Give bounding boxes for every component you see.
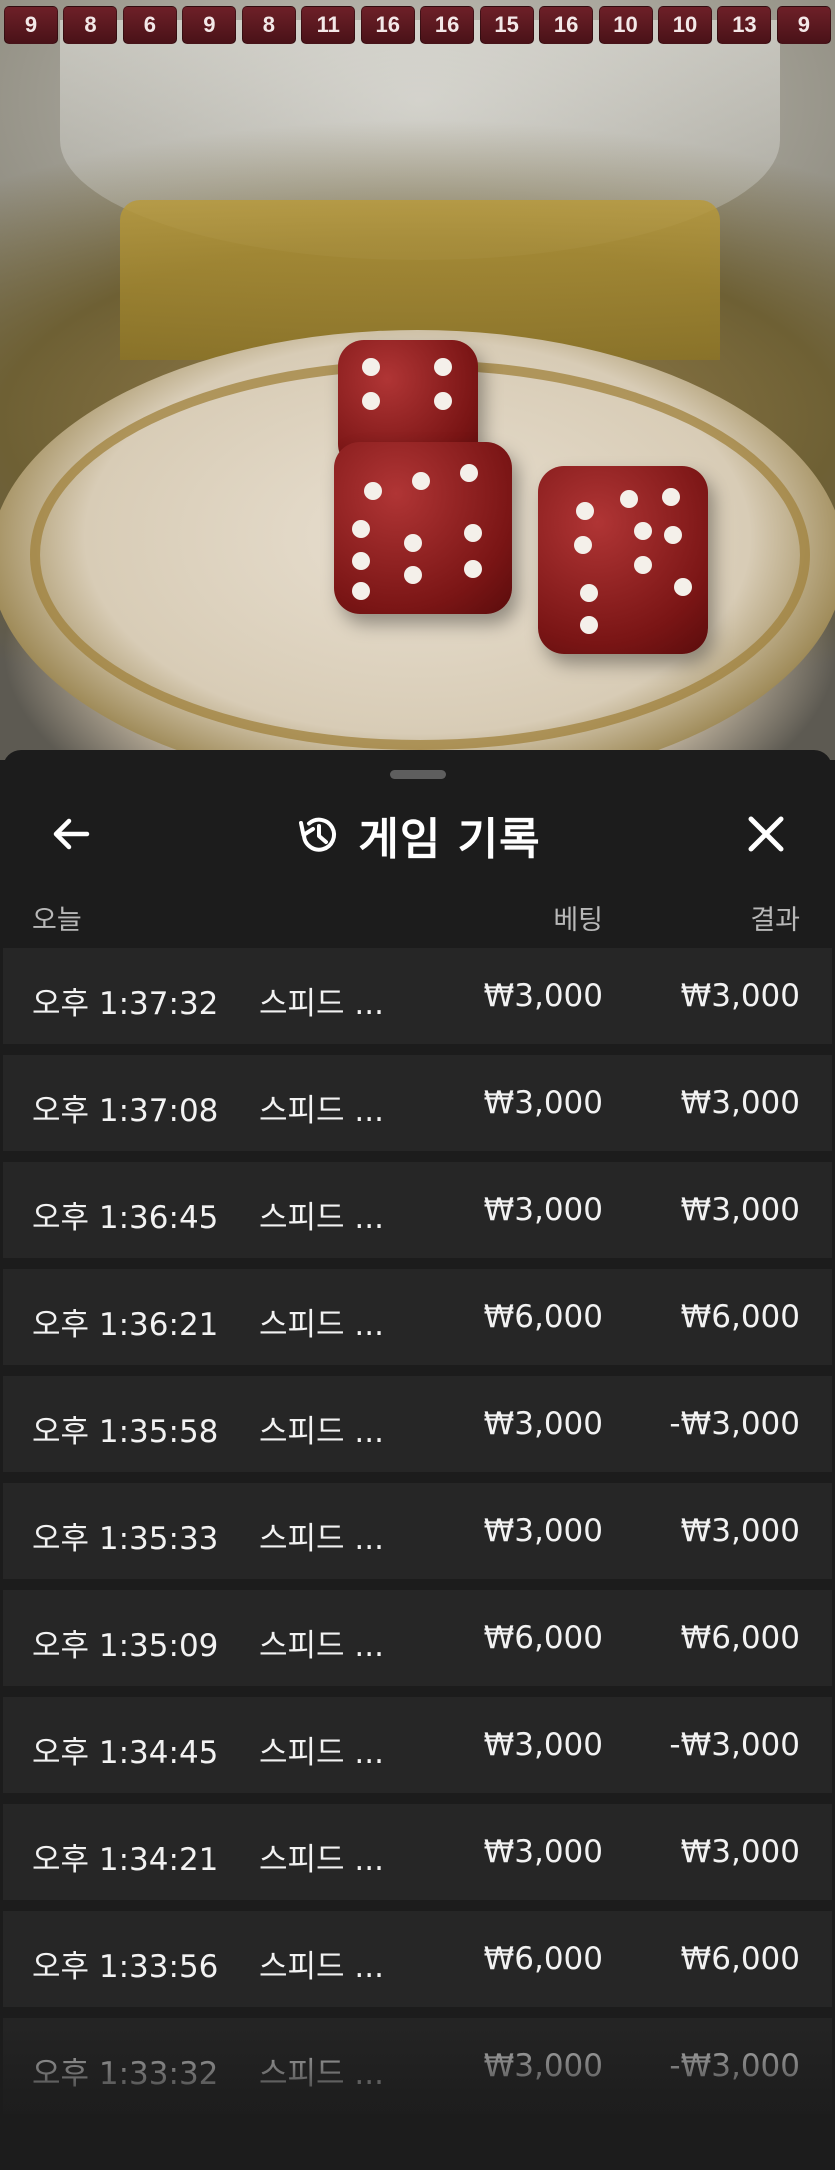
table-row[interactable]: 오후 1:35:09 스피드 ... ₩6,000 ₩6,000 [3,1590,832,1686]
row-time: 오후 1:35:09 [32,1628,219,1664]
sheet-title-group: 게임 기록 [3,808,832,865]
row-time: 오후 1:35:58 [32,1414,219,1450]
row-game: 스피드 ... [259,1735,384,1771]
row-game: 스피드 ... [259,1200,384,1236]
sheet-header: 게임 기록 [3,790,832,880]
result-chip: 16 [539,6,594,44]
result-chip: 9 [4,6,58,44]
row-bet: ₩6,000 [483,1620,603,1656]
table-row[interactable]: 오후 1:34:21 스피드 ... ₩3,000 ₩3,000 [3,1804,832,1900]
row-game: 스피드 ... [259,1842,384,1878]
die-3 [538,466,708,654]
row-result: ₩3,000 [680,1085,800,1121]
sheet-drag-handle[interactable] [390,770,446,779]
row-result: ₩3,000 [680,1192,800,1228]
row-time: 오후 1:34:21 [32,1842,219,1878]
row-bet: ₩6,000 [483,1299,603,1335]
row-bet: ₩3,000 [483,1085,603,1121]
table-row[interactable]: 오후 1:36:21 스피드 ... ₩6,000 ₩6,000 [3,1269,832,1365]
table-header: 오늘 베팅 결과 [3,898,832,938]
result-chip: 11 [301,6,356,44]
row-time: 오후 1:37:08 [32,1093,219,1129]
row-bet: ₩3,000 [483,2048,603,2084]
game-history-sheet: 게임 기록 오늘 베팅 결과 오후 1:37:32 스피드 ... ₩3,000… [3,750,832,2150]
row-result: -₩3,000 [669,2048,800,2084]
row-time: 오후 1:34:45 [32,1735,219,1771]
row-bet: ₩3,000 [483,1406,603,1442]
row-game: 스피드 ... [259,1521,384,1557]
result-chip: 10 [598,6,653,44]
row-result: ₩3,000 [680,978,800,1014]
row-result: -₩3,000 [669,1406,800,1442]
row-result: -₩3,000 [669,1727,800,1763]
row-result: ₩6,000 [680,1299,800,1335]
column-date: 오늘 [32,905,82,936]
row-game: 스피드 ... [259,1414,384,1450]
row-result: ₩6,000 [680,1620,800,1656]
row-bet: ₩3,000 [483,1513,603,1549]
result-chip: 9 [776,6,831,44]
history-clock-icon [299,817,337,852]
column-result: 결과 [750,905,800,936]
table-row[interactable]: 오후 1:37:08 스피드 ... ₩3,000 ₩3,000 [3,1055,832,1151]
row-result: ₩3,000 [680,1834,800,1870]
row-bet: ₩3,000 [483,1192,603,1228]
history-list: 오후 1:37:32 스피드 ... ₩3,000 ₩3,000 오후 1:37… [3,948,832,2125]
result-chip: 8 [63,6,118,44]
row-result: ₩6,000 [680,1941,800,1977]
result-chip: 9 [182,6,237,44]
row-time: 오후 1:36:45 [32,1200,219,1236]
row-game: 스피드 ... [259,2056,384,2092]
result-chip: 6 [122,6,177,44]
result-chip: 15 [479,6,534,44]
row-time: 오후 1:37:32 [32,986,219,1022]
row-time: 오후 1:36:21 [32,1307,219,1343]
dice-video-feed: 9 8 6 9 8 11 16 16 15 16 10 10 13 9 [0,0,835,760]
result-chip: 8 [241,6,296,44]
row-game: 스피드 ... [259,1093,384,1129]
die-2 [334,442,512,614]
table-row[interactable]: 오후 1:36:45 스피드 ... ₩3,000 ₩3,000 [3,1162,832,1258]
row-game: 스피드 ... [259,1307,384,1343]
row-bet: ₩6,000 [483,1941,603,1977]
table-row[interactable]: 오후 1:37:32 스피드 ... ₩3,000 ₩3,000 [3,948,832,1044]
column-bet: 베팅 [553,905,603,936]
table-row[interactable]: 오후 1:35:58 스피드 ... ₩3,000 -₩3,000 [3,1376,832,1472]
row-time: 오후 1:33:56 [32,1949,219,1985]
row-time: 오후 1:33:32 [32,2056,219,2092]
close-icon [748,816,784,852]
row-game: 스피드 ... [259,986,384,1022]
table-row[interactable]: 오후 1:33:56 스피드 ... ₩6,000 ₩6,000 [3,1911,832,2007]
table-row[interactable]: 오후 1:33:32 스피드 ... ₩3,000 -₩3,000 [3,2018,832,2114]
table-row[interactable]: 오후 1:35:33 스피드 ... ₩3,000 ₩3,000 [3,1483,832,1579]
result-chip: 13 [717,6,772,44]
row-result: ₩3,000 [680,1513,800,1549]
row-game: 스피드 ... [259,1628,384,1664]
row-game: 스피드 ... [259,1949,384,1985]
result-chip: 10 [657,6,712,44]
close-button[interactable] [742,810,790,858]
page-title: 게임 기록 [358,814,541,865]
row-bet: ₩3,000 [483,1727,603,1763]
row-bet: ₩3,000 [483,978,603,1014]
result-chip: 16 [420,6,475,44]
row-time: 오후 1:35:33 [32,1521,219,1557]
result-chip: 16 [360,6,415,44]
table-row[interactable]: 오후 1:34:45 스피드 ... ₩3,000 -₩3,000 [3,1697,832,1793]
results-history-strip: 9 8 6 9 8 11 16 16 15 16 10 10 13 9 [0,6,835,46]
row-bet: ₩3,000 [483,1834,603,1870]
